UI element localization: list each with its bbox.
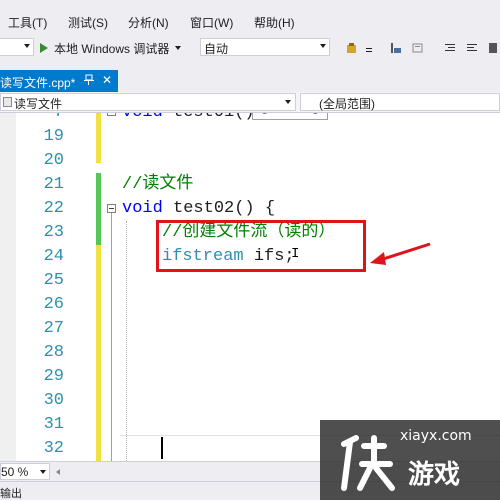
- tab-title: 读写文件.cpp*: [0, 76, 76, 90]
- menu-analyze[interactable]: 分析(N): [128, 14, 169, 31]
- line-number: 31: [43, 415, 64, 434]
- chevron-down-icon: [40, 470, 46, 474]
- watermark-logo-icon: [341, 435, 395, 491]
- output-label[interactable]: 输出: [0, 485, 22, 501]
- annotation-arrow-icon: [370, 242, 431, 265]
- dropdown-small-icon[interactable]: [366, 42, 372, 54]
- code-line: void test01(): [122, 113, 255, 125]
- play-icon: [40, 43, 48, 53]
- line-number: 32: [43, 439, 64, 458]
- code-line: void test02() {: [122, 199, 276, 218]
- scroll-left-icon[interactable]: [56, 469, 60, 475]
- menu-tools[interactable]: 工具(T): [8, 14, 47, 31]
- zoom-value: 50 %: [1, 465, 29, 479]
- line-number: 30: [43, 391, 64, 410]
- pin-icon[interactable]: [84, 74, 94, 86]
- bookmark-icon[interactable]: [488, 42, 500, 54]
- watermark-domain: xiayx.com: [400, 428, 472, 444]
- close-icon[interactable]: ✕: [102, 73, 112, 87]
- line-number: 20: [43, 151, 64, 170]
- indent-icon[interactable]: [444, 42, 456, 54]
- chevron-down-icon: [320, 44, 326, 48]
- chevron-down-icon: [175, 46, 182, 50]
- tab-read-write-file[interactable]: 读写文件.cpp* ✕: [0, 70, 118, 92]
- start-debugging-button[interactable]: 本地 Windows 调试器: [40, 39, 182, 57]
- line-number: 19: [43, 127, 64, 146]
- project-dropdown[interactable]: 读写文件: [0, 93, 296, 111]
- project-value: 读写文件: [14, 97, 63, 111]
- scope-dropdown[interactable]: (全局范围): [300, 93, 500, 111]
- run-label: 本地 Windows 调试器: [54, 41, 170, 56]
- watermark: xiayx.com 游戏: [320, 420, 500, 500]
- watermark-text: 游戏: [408, 460, 461, 490]
- auto-dropdown[interactable]: 自动: [200, 38, 330, 56]
- line-number: 28: [43, 343, 64, 362]
- line-number: 25: [43, 271, 64, 290]
- line-number: 27: [43, 319, 64, 338]
- breakpoint-icon[interactable]: [346, 42, 358, 54]
- line-number: 26: [43, 295, 64, 314]
- line-number: 29: [43, 367, 64, 386]
- scope-value: (全局范围): [319, 97, 375, 111]
- step-icon[interactable]: [390, 42, 402, 54]
- outdent-icon[interactable]: [466, 42, 478, 54]
- chevron-down-icon: [285, 100, 291, 104]
- project-icon: [3, 97, 12, 107]
- annotation-highlight-box: [156, 220, 366, 272]
- collapsed-block[interactable]: { ... }: [252, 113, 328, 120]
- document-tab-row: 读写文件.cpp* ✕: [0, 62, 500, 92]
- toolbar: 本地 Windows 调试器 自动: [0, 36, 500, 62]
- auto-dropdown-value: 自动: [204, 42, 229, 56]
- format-icon[interactable]: [412, 42, 424, 54]
- code-editor[interactable]: 7 19 20 21 22 23 24 25 26 27 28 29 30 31…: [0, 113, 500, 463]
- menu-test[interactable]: 测试(S): [68, 14, 108, 31]
- navigation-bar: 读写文件 (全局范围): [0, 92, 500, 113]
- menu-help[interactable]: 帮助(H): [254, 14, 295, 31]
- zoom-dropdown[interactable]: 50 %: [0, 463, 50, 480]
- solution-config-dropdown[interactable]: [0, 38, 34, 56]
- chevron-down-icon: [24, 44, 30, 48]
- menu-bar: 工具(T) 测试(S) 分析(N) 窗口(W) 帮助(H): [0, 0, 500, 36]
- code-line: //读文件: [122, 175, 194, 194]
- menu-window[interactable]: 窗口(W): [190, 14, 233, 31]
